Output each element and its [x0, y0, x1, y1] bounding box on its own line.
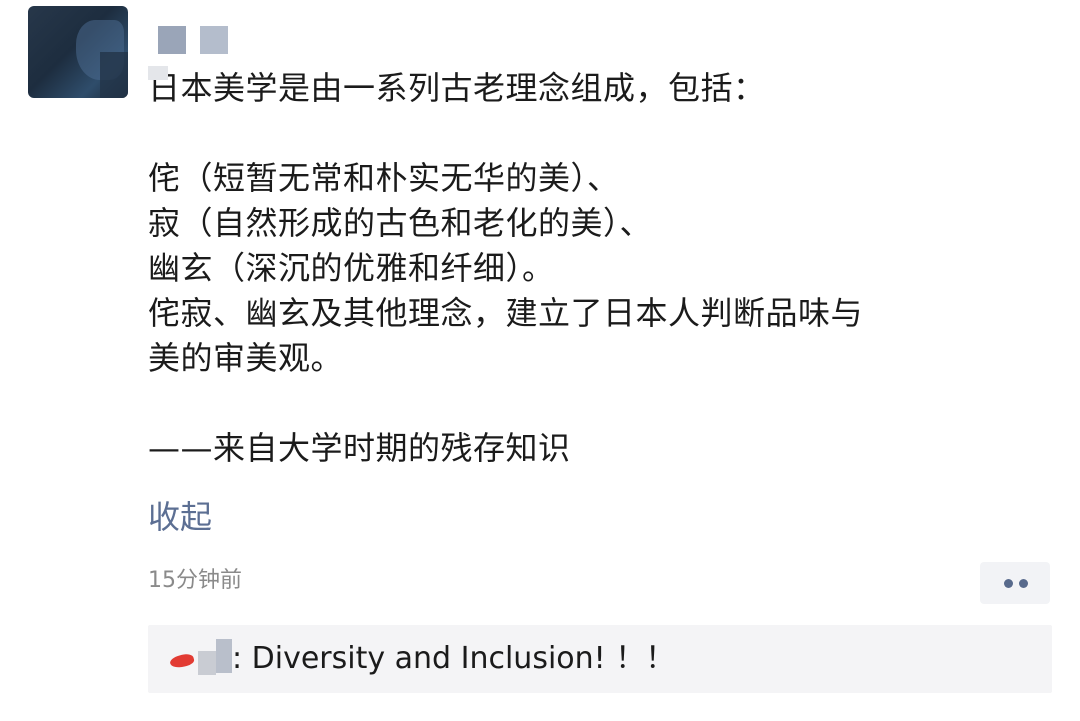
- redaction-mask: [148, 66, 168, 80]
- post-text: 日本美学是由一系列古老理念组成，包括： 侘（短暂无常和朴实无华的美）、 寂（自然…: [148, 69, 864, 467]
- post-timestamp: 15分钟前: [148, 568, 242, 593]
- username-redacted[interactable]: [158, 26, 186, 54]
- commenter-name-redacted[interactable]: [198, 651, 216, 675]
- comment-text: : Diversity and Inclusion! ！！: [232, 641, 676, 676]
- username-redacted[interactable]: [200, 26, 228, 54]
- more-dots-icon: [1019, 579, 1028, 588]
- more-options-button[interactable]: [980, 562, 1050, 604]
- comment-box: : Diversity and Inclusion! ！！: [148, 625, 1052, 693]
- commenter-avatar-redacted: [168, 652, 196, 670]
- avatar-image-blur: [100, 52, 128, 98]
- more-dots-icon: [1004, 579, 1013, 588]
- collapse-link[interactable]: 收起: [148, 494, 212, 540]
- commenter-name-redacted[interactable]: [216, 639, 232, 673]
- avatar[interactable]: [28, 6, 128, 98]
